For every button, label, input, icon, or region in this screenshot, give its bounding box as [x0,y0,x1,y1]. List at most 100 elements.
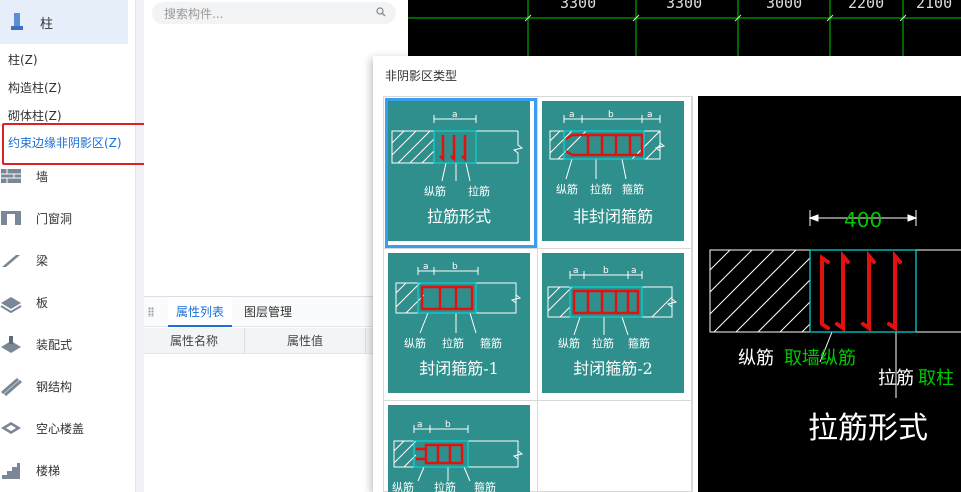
subitem-construction-column[interactable]: 构造柱(Z) [8,79,62,96]
subitem-column[interactable]: 柱(Z) [8,51,38,68]
beam-icon [2,255,20,267]
closed-stirrup-1-diagram: a b 纵筋 拉筋 箍筋 [395,262,522,350]
callout-stirrup: 箍筋 [474,480,496,492]
tab-layer-management[interactable]: 图层管理 [236,297,300,327]
empty-grid-cell [538,401,692,492]
door-window-icon [1,211,21,225]
dimension-label: 2100 [916,0,953,12]
slab-icon [0,297,22,313]
callout-tie: 拉筋 [590,182,612,196]
column-divider[interactable] [365,328,366,354]
dim-label-a: a [452,110,458,120]
dim-label-b: b [452,262,458,272]
preview-diagram: 400 纵筋 取墙纵筋 拉筋 取柱 拉筋形式 [709,208,961,446]
callout-tie: 拉筋 [592,336,614,350]
closed-stirrup-3-diagram: a b 纵筋 拉筋 箍筋 [392,420,524,492]
category-label: 墙 [36,169,49,184]
category-wall[interactable]: 墙 [0,156,128,196]
preview-label-wall-rebar: 取墙纵筋 [784,348,856,369]
option-card: a 纵筋 拉筋 拉筋形式 [388,101,530,241]
category-label: 梁 [36,253,49,268]
preview-panel: 400 纵筋 取墙纵筋 拉筋 取柱 拉筋形式 [698,96,961,492]
dimension-label: 2200 [848,0,885,12]
category-header-column[interactable]: 柱 [0,0,128,44]
category-door-window[interactable]: 门窗洞 [0,198,128,238]
open-stirrup-diagram: a b a 纵筋 拉筋 箍筋 [549,110,666,196]
dim-label-a: a [573,266,579,276]
hollow-slab-icon [1,422,21,434]
preview-dimension: 400 [844,208,882,232]
non-shadow-zone-type-dialog: 非阴影区类型 a 纵筋 拉筋 拉筋形式 a b a 纵筋 拉筋 箍筋 非封闭箍筋… [373,56,961,492]
option-label: 拉筋形式 [426,207,491,226]
search-input[interactable]: 搜索构件... [152,2,396,24]
option-label: 封闭箍筋-2 [573,359,653,378]
preview-label-tie-column: 取柱 [918,368,954,389]
dimension-label: 3300 [560,0,597,12]
category-label: 楼梯 [36,463,61,478]
category-label: 板 [36,295,49,310]
category-prefab[interactable]: 装配式 [0,324,128,364]
option-closed-stirrup-1[interactable]: a b 纵筋 拉筋 箍筋 封闭箍筋-1 [384,249,538,401]
component-list-panel: 搜索构件... 属性列表 图层管理 属性名称 属性值 [144,0,408,492]
subitem-non-shadow-zone[interactable]: 约束边缘非阴影区(Z) [8,134,122,151]
category-header-label: 柱 [40,16,54,32]
stairs-icon [2,463,20,479]
property-tabs: 属性列表 图层管理 [144,297,408,327]
category-hollow-slab[interactable]: 空心楼盖 [0,408,128,448]
column-icon [11,13,23,30]
callout-tie: 拉筋 [468,184,490,198]
tab-property-list[interactable]: 属性列表 [168,297,233,327]
dim-label-a: a [423,262,429,272]
prefab-icon [1,336,21,353]
dim-label-b: b [608,110,614,120]
category-label: 门窗洞 [36,211,73,226]
option-tie-bar-form[interactable]: a 纵筋 拉筋 拉筋形式 [384,97,538,249]
dim-label-a: a [569,110,575,120]
dialog-title: 非阴影区类型 [385,69,458,83]
dimension-label: 3300 [666,0,703,12]
callout-longitudinal: 纵筋 [404,336,426,350]
category-label: 空心楼盖 [36,421,85,436]
callout-tie: 拉筋 [434,480,456,492]
callout-longitudinal: 纵筋 [558,336,580,350]
dim-label-b: b [603,266,609,276]
property-table-header: 属性名称 属性值 [144,328,408,354]
column-header-value: 属性值 [286,334,323,348]
preview-caption: 拉筋形式 [808,411,928,446]
option-closed-stirrup-2[interactable]: a b a 纵筋 拉筋 箍筋 封闭箍筋-2 [538,249,692,401]
search-placeholder: 搜索构件... [164,6,224,21]
steel-structure-icon [1,377,22,397]
callout-stirrup: 箍筋 [628,336,650,350]
type-options-grid: a 纵筋 拉筋 拉筋形式 a b a 纵筋 拉筋 箍筋 非封闭箍筋 a b 纵筋… [383,96,693,492]
preview-label-tie: 拉筋 [878,368,914,389]
dim-label-a: a [417,420,423,430]
preview-label-longitudinal: 纵筋 [738,348,774,369]
category-beam[interactable]: 梁 [0,240,128,280]
option-closed-stirrup-3[interactable]: a b 纵筋 拉筋 箍筋 [384,401,538,492]
callout-longitudinal: 纵筋 [556,182,578,196]
category-slab[interactable]: 板 [0,282,128,322]
category-stairs[interactable]: 楼梯 [0,450,128,490]
dim-label-a: a [631,266,637,276]
callout-tie: 拉筋 [442,336,464,350]
app-root: 柱 柱(Z) 构造柱(Z) 砌体柱(Z) 约束边缘非阴影区(Z) 墙 门窗洞 梁 [0,0,961,492]
callout-stirrup: 箍筋 [480,336,502,350]
cad-drawing-canvas[interactable]: 3300 3300 3000 2200 2100 [408,0,961,56]
option-open-stirrup[interactable]: a b a 纵筋 拉筋 箍筋 非封闭箍筋 [538,97,692,249]
search-icon[interactable] [376,7,386,17]
callout-stirrup: 箍筋 [622,182,644,196]
dim-label-b: b [445,420,451,430]
subitem-masonry-column[interactable]: 砌体柱(Z) [8,107,62,124]
category-steel[interactable]: 钢结构 [0,366,128,406]
column-header-name: 属性名称 [169,334,218,348]
option-card: a b a 纵筋 拉筋 箍筋 非封闭箍筋 [542,101,684,241]
component-sidebar: 柱 柱(Z) 构造柱(Z) 砌体柱(Z) 约束边缘非阴影区(Z) 墙 门窗洞 梁 [0,0,148,492]
wall-icon [1,169,21,183]
drag-handle-icon[interactable] [148,307,154,317]
option-label: 封闭箍筋-1 [419,359,499,378]
callout-longitudinal: 纵筋 [392,480,414,492]
category-label: 钢结构 [36,379,73,394]
option-card: a b 纵筋 拉筋 箍筋 封闭箍筋-1 [388,253,530,393]
callout-longitudinal: 纵筋 [424,184,446,198]
dimension-label: 3000 [766,0,803,12]
